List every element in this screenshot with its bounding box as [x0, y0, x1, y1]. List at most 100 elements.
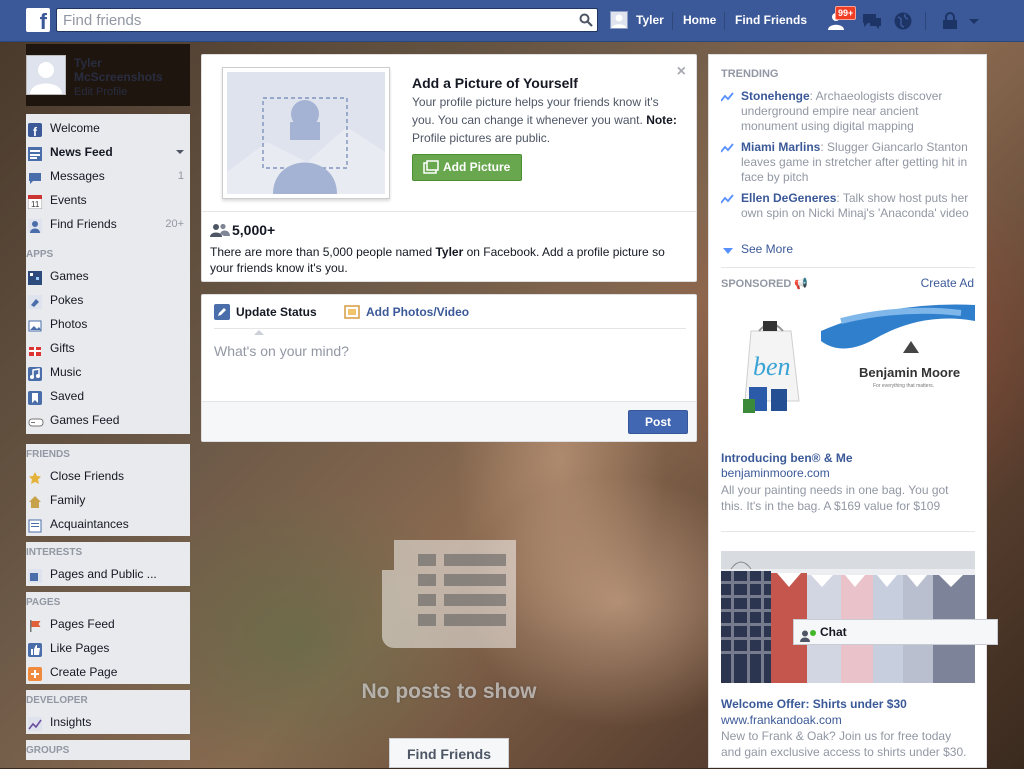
ad-title[interactable]: Welcome Offer: Shirts under $30: [721, 697, 907, 711]
tab-update-status[interactable]: Update Status: [214, 304, 317, 320]
bag-logo-text: ben: [753, 352, 791, 381]
sidebar-item-label: Games Feed: [50, 413, 120, 427]
edit-profile-link[interactable]: Edit Profile: [74, 86, 127, 98]
chevron-down-icon[interactable]: [966, 11, 988, 31]
name-count-row: 5,000+ There are more than 5,000 people …: [202, 211, 696, 275]
people-icon: [210, 223, 230, 240]
sidebar-item-events[interactable]: 11 Events: [26, 188, 190, 212]
messages-icon[interactable]: [861, 11, 883, 31]
find-friends-link[interactable]: Find Friends: [735, 13, 807, 27]
ad-title[interactable]: Introducing ben® & Me: [721, 451, 853, 465]
sidebar-item-label: Acquaintances: [50, 517, 129, 531]
add-photo-icon: [423, 160, 439, 185]
sidebar-item-saved[interactable]: Saved: [26, 384, 190, 408]
sidebar-item-label: Music: [50, 365, 82, 379]
status-input[interactable]: What's on your mind?: [214, 343, 349, 359]
sidebar-item-label: Find Friends: [50, 217, 117, 231]
ad-url[interactable]: benjaminmoore.com: [721, 466, 830, 480]
developer-heading[interactable]: DEVELOPER: [26, 690, 190, 710]
sidebar-item-find-friends[interactable]: Find Friends 20+: [26, 212, 190, 236]
sidebar-item-label: Pokes: [50, 293, 84, 307]
notifications-globe-icon[interactable]: [893, 11, 915, 31]
trending-item[interactable]: Miami Marlins: Slugger Giancarlo Stanton…: [720, 140, 971, 185]
chart-icon: [28, 715, 42, 731]
sidebar-item-music[interactable]: Music: [26, 360, 190, 384]
list-icon: [28, 517, 42, 533]
avatar[interactable]: [610, 11, 628, 29]
pages-heading[interactable]: PAGES: [26, 592, 190, 612]
sidebar-item-label: Create Page: [50, 665, 118, 679]
sidebar-item-photos[interactable]: Photos: [26, 312, 190, 336]
sidebar-item-pokes[interactable]: Pokes: [26, 288, 190, 312]
ad-description: New to Frank & Oak? Join us for free tod…: [721, 729, 967, 759]
top-bar: f Tyler Home Find Friends 99+: [0, 0, 1024, 42]
trending-topic[interactable]: Ellen DeGeneres: [741, 191, 836, 205]
close-icon[interactable]: ×: [677, 63, 686, 81]
left-sidebar: Tyler McScreenshots Edit Profile f Welco…: [26, 44, 190, 768]
sidebar-item-label: Like Pages: [50, 641, 110, 655]
sidebar-item-acquaintances[interactable]: Acquaintances: [26, 512, 190, 536]
profile-picture-placeholder[interactable]: [222, 67, 390, 199]
divider: [721, 267, 975, 268]
sidebar-item-games[interactable]: Games: [26, 264, 190, 288]
friends-heading[interactable]: FRIENDS: [26, 444, 190, 464]
trending-item[interactable]: Stonehenge: Archaeologists discover unde…: [720, 89, 971, 134]
chat-label: Chat: [820, 625, 847, 639]
sidebar-item-messages[interactable]: Messages 1: [26, 164, 190, 188]
messages-icon: [28, 169, 42, 184]
sidebar-item-label: Welcome: [50, 121, 100, 135]
search-box: [56, 8, 598, 32]
tab-label: Add Photos/Video: [366, 305, 470, 319]
count-name: Tyler: [435, 245, 464, 259]
interests-section: INTERESTS Pages and Public ...: [26, 542, 190, 586]
sidebar-item-pages-feed[interactable]: Pages Feed: [26, 612, 190, 636]
news-feed-options-icon[interactable]: [176, 140, 184, 164]
groups-heading[interactable]: GROUPS: [26, 740, 190, 760]
privacy-lock-icon[interactable]: [940, 11, 962, 31]
no-posts-message: No posts to show: [361, 680, 537, 703]
search-icon[interactable]: [575, 9, 597, 31]
sidebar-item-welcome[interactable]: f Welcome: [26, 116, 190, 140]
sidebar-item-label: Photos: [50, 317, 88, 331]
trending-topic[interactable]: Stonehenge: [741, 89, 810, 103]
ad-url[interactable]: www.frankandoak.com: [721, 713, 842, 727]
sidebar-item-gifts[interactable]: Gifts: [26, 336, 190, 360]
rss-icon: [28, 567, 42, 583]
sidebar-item-pages-public[interactable]: Pages and Public ...: [26, 562, 190, 586]
ad-image-shirts[interactable]: [721, 551, 975, 683]
apps-heading[interactable]: APPS: [26, 244, 190, 264]
see-more-link[interactable]: See More: [723, 242, 793, 256]
tab-active-indicator: [254, 325, 264, 335]
avatar[interactable]: [26, 55, 66, 95]
sidebar-item-family[interactable]: Family: [26, 488, 190, 512]
profile-link[interactable]: Tyler: [636, 13, 664, 27]
ad-image-benjamin-moore[interactable]: ben Benjamin Moore For everything that m…: [721, 301, 975, 423]
divider: [724, 12, 725, 30]
people-count-description: There are more than 5,000 people named T…: [210, 244, 680, 276]
sidebar-item-news-feed[interactable]: News Feed: [26, 140, 190, 164]
sidebar-item-create-page[interactable]: Create Page: [26, 660, 190, 684]
sidebar-item-close-friends[interactable]: Close Friends: [26, 464, 190, 488]
trending-topic[interactable]: Miami Marlins: [741, 140, 820, 154]
music-icon: [28, 365, 42, 381]
add-picture-button[interactable]: Add Picture: [412, 154, 522, 181]
developer-section: DEVELOPER Insights: [26, 690, 190, 734]
find-friends-button[interactable]: Find Friends: [389, 738, 509, 768]
profile-name[interactable]: Tyler McScreenshots: [74, 56, 184, 84]
search-input[interactable]: [57, 9, 557, 31]
chat-bar[interactable]: Chat: [793, 619, 998, 645]
sidebar-item-label: Close Friends: [50, 469, 125, 483]
post-button[interactable]: Post: [628, 410, 688, 434]
facebook-logo-icon[interactable]: f: [26, 8, 50, 32]
trending-item[interactable]: Ellen DeGeneres: Talk show host puts her…: [720, 191, 971, 221]
add-picture-title: Add a Picture of Yourself: [412, 75, 578, 91]
tab-add-photos[interactable]: Add Photos/Video: [344, 305, 469, 319]
home-link[interactable]: Home: [683, 13, 716, 27]
interests-heading[interactable]: INTERESTS: [26, 542, 190, 562]
sidebar-item-games-feed[interactable]: Games Feed: [26, 408, 190, 432]
create-ad-link[interactable]: Create Ad: [921, 276, 974, 290]
right-column: TRENDING Stonehenge: Archaeologists disc…: [708, 54, 987, 768]
sidebar-item-like-pages[interactable]: Like Pages: [26, 636, 190, 660]
megaphone-icon: 📢: [794, 278, 809, 290]
sidebar-item-insights[interactable]: Insights: [26, 710, 190, 734]
